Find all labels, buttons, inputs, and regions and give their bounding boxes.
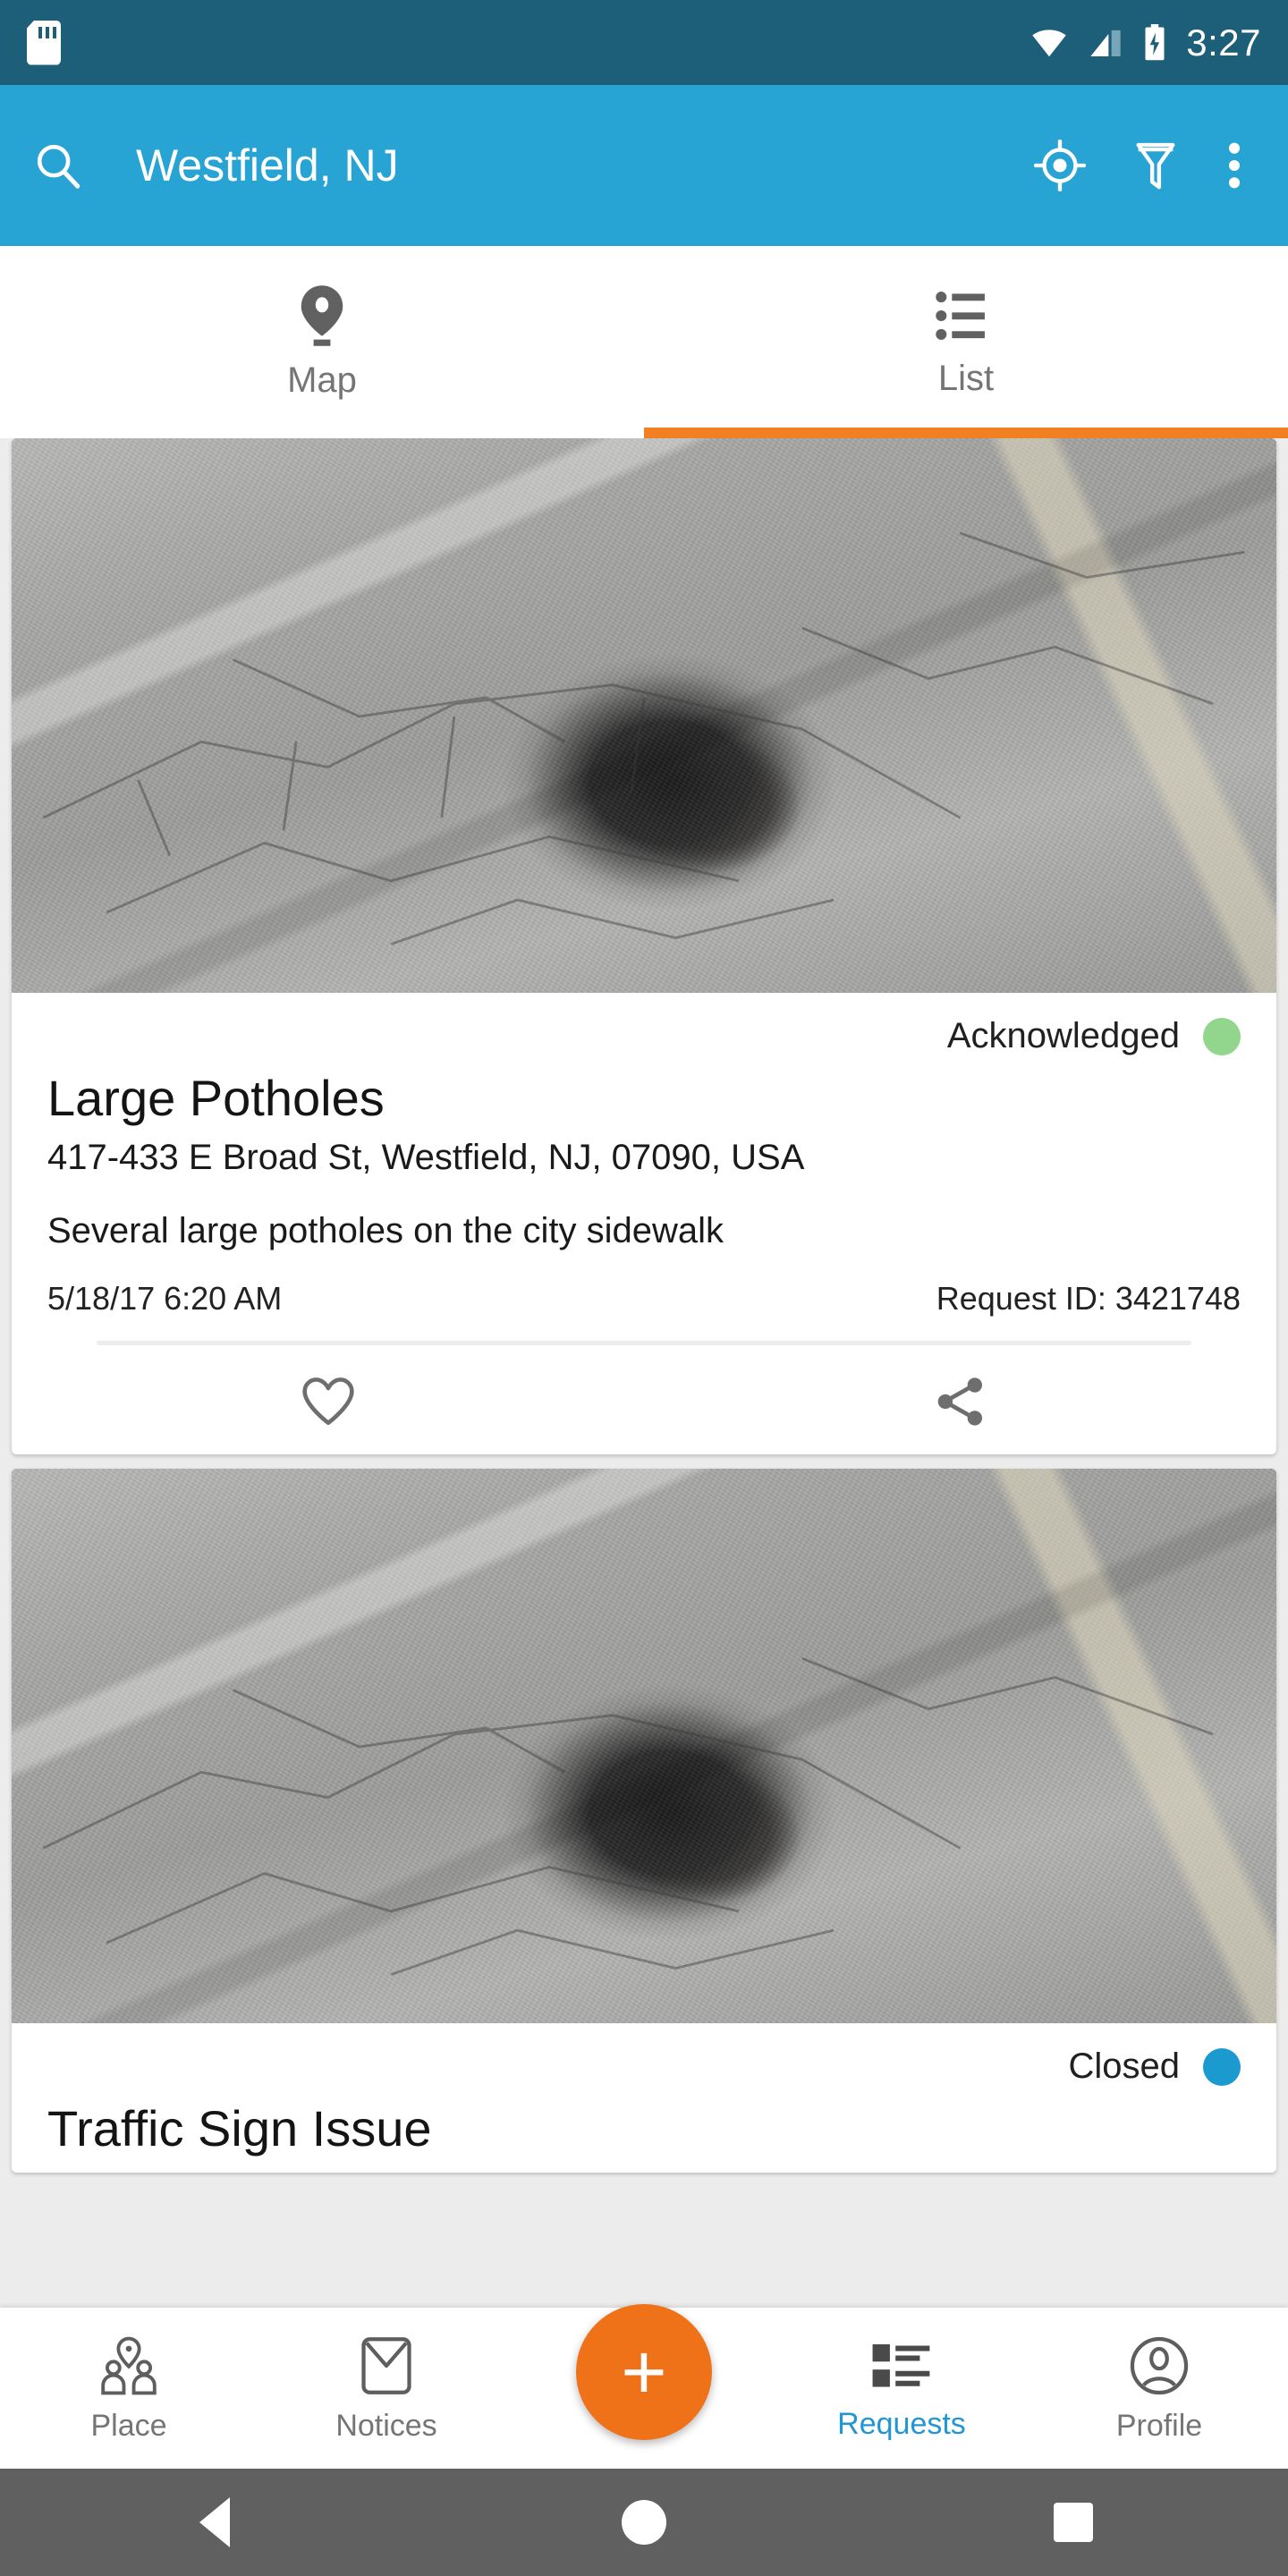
- card-divider: [97, 1341, 1191, 1346]
- envelope-icon: [361, 2336, 411, 2394]
- add-request-fab-wrapper: +: [515, 2304, 773, 2456]
- home-circle-icon[interactable]: [572, 2500, 716, 2545]
- filter-funnel-icon[interactable]: [1132, 140, 1179, 191]
- tab-map[interactable]: Map: [0, 246, 644, 438]
- app-bar: Westfield, NJ: [0, 85, 1288, 246]
- request-title: Traffic Sign Issue: [47, 2100, 432, 2157]
- pothole-photo[interactable]: [12, 438, 1276, 993]
- recents-square-icon[interactable]: [1002, 2503, 1145, 2542]
- tab-list-label: List: [937, 359, 995, 398]
- map-pin-icon: [301, 285, 343, 346]
- request-card[interactable]: Closed Traffic Sign Issue: [12, 1469, 1276, 2174]
- request-date: 5/18/17 6:20 AM: [47, 1280, 283, 1318]
- favorite-button[interactable]: [12, 1376, 644, 1428]
- place-people-icon: [101, 2336, 157, 2394]
- tab-bar: Map List: [0, 246, 1288, 438]
- status-bar-clock: 3:27: [1186, 21, 1261, 64]
- search-icon[interactable]: [32, 140, 84, 191]
- status-bar-left: [27, 20, 1030, 65]
- requests-list[interactable]: Acknowledged Large Potholes 417-433 E Br…: [0, 438, 1288, 2361]
- pothole-photo[interactable]: [12, 1469, 1276, 2024]
- list-icon: [936, 292, 985, 340]
- heart-icon: [301, 1377, 354, 1426]
- plus-icon: +: [621, 2326, 667, 2416]
- request-meta: 5/18/17 6:20 AM Request ID: 3421748: [47, 1280, 1241, 1318]
- status-badge: Closed: [1068, 2046, 1180, 2087]
- request-address: 417-433 E Broad St, Westfield, NJ, 07090…: [47, 1138, 805, 1178]
- nav-item-notices-label: Notices: [335, 2408, 437, 2443]
- nav-item-requests[interactable]: Requests: [773, 2335, 1030, 2442]
- card-actions: [12, 1354, 1276, 1454]
- nav-item-profile-label: Profile: [1115, 2408, 1203, 2443]
- request-card[interactable]: Acknowledged Large Potholes 417-433 E Br…: [12, 438, 1276, 1455]
- nav-item-profile[interactable]: Profile: [1030, 2334, 1288, 2444]
- profile-person-icon: [1130, 2336, 1189, 2394]
- request-card-body: Closed Traffic Sign Issue: [12, 2023, 1276, 2173]
- back-triangle-icon[interactable]: [143, 2497, 286, 2547]
- share-icon: [937, 1377, 982, 1426]
- battery-charging-icon: [1145, 23, 1165, 60]
- android-navigation-bar: [0, 2469, 1288, 2576]
- add-request-fab[interactable]: +: [576, 2304, 712, 2440]
- bottom-navigation: Place Notices + Requests Profile: [0, 2304, 1288, 2469]
- request-description: Several large potholes on the city sidew…: [47, 1211, 724, 1251]
- request-card-body: Acknowledged Large Potholes 417-433 E Br…: [12, 993, 1276, 1354]
- tab-map-label: Map: [287, 360, 357, 400]
- status-bar: 3:27: [0, 0, 1288, 85]
- more-vertical-icon[interactable]: [1225, 140, 1243, 191]
- app-screen: 3:27 Westfield, NJ Map List Acknowledged…: [0, 0, 1288, 2576]
- nav-item-notices[interactable]: Notices: [258, 2334, 515, 2444]
- tab-list[interactable]: List: [644, 246, 1288, 438]
- request-id: Request ID: 3421748: [936, 1280, 1241, 1318]
- status-row: Closed: [47, 2046, 1241, 2099]
- request-title: Large Potholes: [47, 1070, 385, 1126]
- requests-list-icon: [872, 2343, 930, 2387]
- status-row: Acknowledged: [47, 1016, 1241, 1069]
- app-bar-title: Westfield, NJ: [136, 140, 399, 191]
- status-bar-right: 3:27: [1030, 21, 1261, 64]
- cellular-signal-icon: [1090, 30, 1121, 56]
- my-location-icon[interactable]: [1034, 140, 1086, 191]
- tab-active-indicator: [644, 428, 1288, 438]
- nav-item-requests-label: Requests: [837, 2406, 966, 2441]
- status-dot: [1203, 1017, 1241, 1055]
- nav-item-place[interactable]: Place: [0, 2334, 258, 2444]
- nav-item-place-label: Place: [90, 2408, 167, 2443]
- status-dot: [1203, 2047, 1241, 2086]
- wifi-icon: [1032, 29, 1066, 56]
- sd-card-icon: [27, 20, 61, 65]
- share-button[interactable]: [644, 1376, 1276, 1428]
- status-badge: Acknowledged: [946, 1016, 1180, 1055]
- app-bar-actions: [1034, 140, 1243, 191]
